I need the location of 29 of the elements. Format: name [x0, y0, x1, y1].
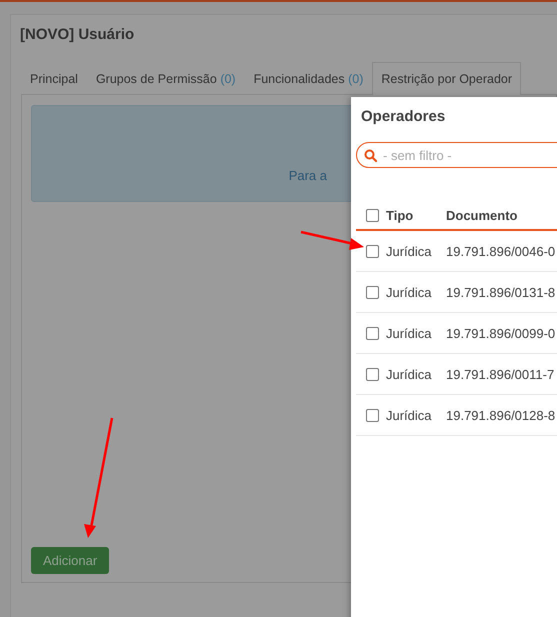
table-cell: Jurídica: [386, 284, 432, 300]
table-cell: 19.791.896/0131-8: [446, 284, 556, 300]
checkbox[interactable]: [366, 408, 379, 422]
tab[interactable]: Restrição por Operador: [372, 62, 522, 95]
checkbox[interactable]: [366, 244, 379, 258]
table-cell: 19.791.896/0011-7: [446, 366, 554, 382]
add-button[interactable]: Adicionar: [31, 547, 110, 574]
table-cell: Jurídica: [386, 244, 432, 258]
table-cell: Jurídica: [386, 408, 432, 422]
table-cell: 19.791.896/0128-8: [446, 408, 556, 422]
checkbox[interactable]: [366, 209, 379, 222]
info-text: Para a: [288, 168, 327, 183]
column-header: Tipo: [386, 208, 414, 223]
popup-title: Operadores: [361, 108, 446, 125]
search-icon: [364, 149, 377, 162]
search-field[interactable]: - sem filtro -: [356, 142, 557, 168]
table-cell: 19.791.896/0099-0: [446, 326, 556, 340]
table-cell: Jurídica: [386, 366, 432, 382]
checkbox[interactable]: [366, 286, 379, 298]
tab[interactable]: Grupos de Permissão (0): [86, 62, 245, 94]
table-cell: 19.791.896/0046-0: [446, 244, 556, 258]
tab[interactable]: Principal: [21, 62, 87, 94]
table-cell: Jurídica: [386, 326, 432, 340]
tab[interactable]: Funcionalidades (0): [244, 62, 372, 94]
column-header: Documento: [446, 208, 518, 223]
arrow-drawing: [300, 230, 364, 250]
dialog-title: [NOVO] Usuário: [20, 26, 134, 43]
checkbox[interactable]: [366, 326, 379, 340]
checkbox[interactable]: [366, 368, 379, 380]
